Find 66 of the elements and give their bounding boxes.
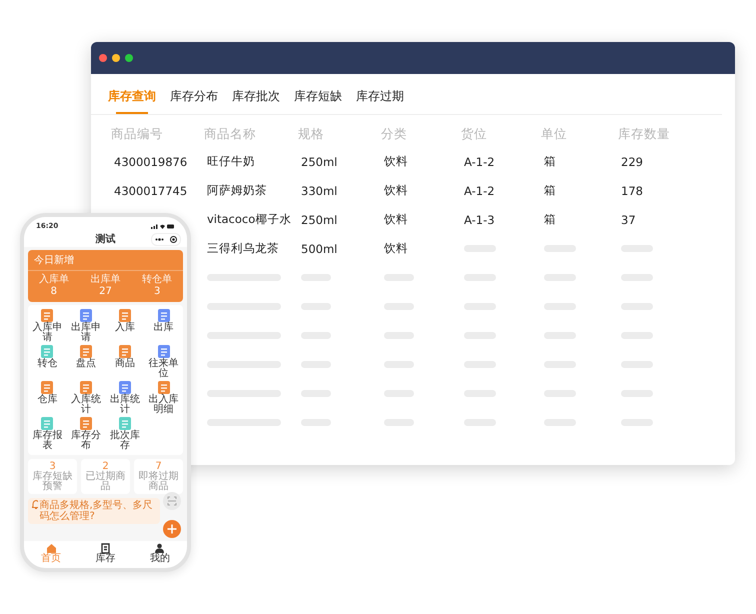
- table-cell-text: A-1-3: [463, 212, 496, 228]
- table-cell-text: 饮料: [383, 211, 409, 228]
- table-cell-text: 500ml: [300, 240, 338, 258]
- notice-text: 商品多规格,多型号、多尺码怎么管理?: [40, 500, 154, 522]
- table-cell-text: A-1-2: [463, 154, 496, 170]
- table-cell-text: vitacoco椰子水: [206, 211, 292, 228]
- alert-count: 2: [102, 461, 109, 472]
- table-cell-text: 250ml: [300, 154, 338, 170]
- table-cell-text: 三得利乌龙茶: [206, 240, 280, 257]
- menu-item[interactable]: 出库申请: [66, 309, 106, 343]
- table-cell-text: 4300017745: [113, 182, 188, 200]
- menu-item[interactable]: 入库统计: [66, 381, 106, 415]
- stat-value: 3: [154, 285, 160, 298]
- table-cell-text: 178: [620, 182, 644, 200]
- table-cell-text: 箱: [543, 182, 557, 199]
- column-header: 规格: [298, 125, 325, 143]
- tab[interactable]: 库存批次: [232, 84, 280, 114]
- menu-item[interactable]: 盘点: [66, 345, 106, 379]
- stat-label: 转仓单: [142, 274, 172, 285]
- menu-item[interactable]: 出库: [144, 309, 183, 343]
- table-cell-text: 330ml: [300, 182, 338, 200]
- table-cell-text: A-1-2: [463, 182, 496, 200]
- column-header: 商品名称: [204, 125, 257, 143]
- card-title: 今日新增: [28, 253, 183, 271]
- menu-item[interactable]: 入库: [106, 309, 144, 343]
- stat-value: 8: [50, 285, 58, 298]
- menu-item[interactable]: 商品: [106, 345, 144, 379]
- tab[interactable]: 库存过期: [356, 84, 404, 114]
- alert-label: 即将过期商品: [138, 472, 180, 492]
- column-header: 库存数量: [618, 125, 671, 143]
- column-header: 货位: [461, 125, 488, 143]
- page-title: 测试: [96, 232, 116, 246]
- menu-item[interactable]: 往来单位: [144, 345, 183, 379]
- table-cell-text: 饮料: [383, 240, 409, 257]
- tab[interactable]: 库存短缺: [294, 84, 342, 114]
- alert-label: 库存短缺预警: [32, 472, 74, 492]
- table-cell-text: 4300019876: [113, 154, 188, 170]
- menu-item[interactable]: 入库申请: [28, 309, 67, 343]
- menu-item[interactable]: 批次库存: [106, 417, 144, 451]
- nav-tab[interactable]: 库存: [95, 543, 116, 564]
- stat-label: 入库单: [38, 274, 69, 285]
- column-header: 商品编号: [111, 125, 164, 143]
- table-cell-text: 250ml: [300, 212, 338, 228]
- table-cell-text: 饮料: [383, 153, 409, 170]
- table-cell-text: 饮料: [383, 182, 409, 199]
- menu-item[interactable]: 转仓: [28, 345, 67, 379]
- alert-label: 已过期商品: [84, 472, 126, 492]
- table-cell-text: 箱: [543, 211, 557, 228]
- stat-label: 出库单: [90, 274, 120, 285]
- alert-count: 3: [49, 461, 56, 472]
- menu-item[interactable]: 出库统计: [106, 381, 144, 415]
- menu-item[interactable]: 出入库明细: [144, 381, 183, 415]
- table-cell-text: 箱: [543, 153, 557, 170]
- table-cell-text: 37: [620, 212, 637, 228]
- column-header: 单位: [541, 125, 568, 143]
- menu-item[interactable]: 库存分布: [66, 417, 106, 451]
- menu-item[interactable]: 仓库: [28, 381, 67, 415]
- stat-value: 27: [99, 285, 112, 298]
- alert-count: 7: [155, 461, 162, 472]
- menu-item[interactable]: 库存报表: [28, 417, 67, 451]
- nav-tab[interactable]: 我的: [150, 543, 170, 564]
- table-cell-text: 旺仔牛奶: [206, 153, 256, 170]
- table-cell-text: 阿萨姆奶茶: [206, 182, 268, 199]
- table-cell-text: 229: [620, 154, 644, 170]
- tab[interactable]: 库存分布: [170, 84, 218, 114]
- column-header: 分类: [381, 125, 408, 143]
